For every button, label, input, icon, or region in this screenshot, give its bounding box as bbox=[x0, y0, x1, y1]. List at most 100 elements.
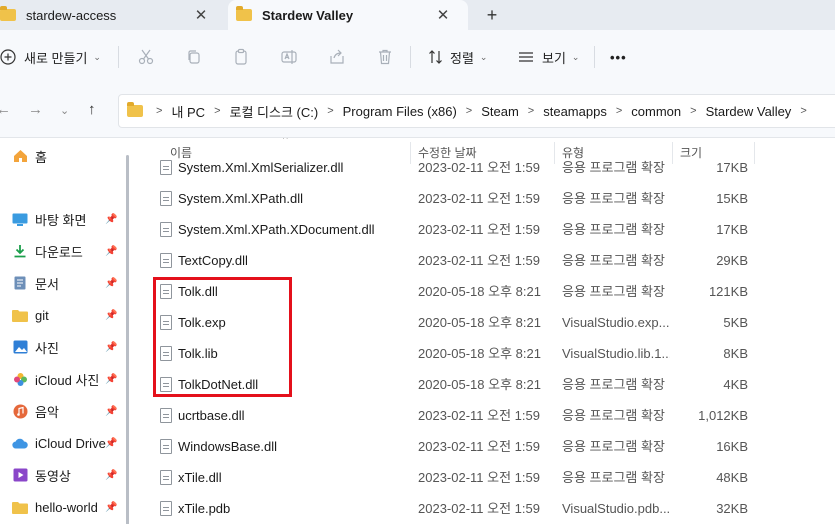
breadcrumb-stardew-valley[interactable]: Stardew Valley bbox=[706, 104, 792, 119]
pin-icon[interactable]: 📌 bbox=[105, 310, 117, 321]
sidebar-item-label: 문서 bbox=[35, 276, 59, 292]
download-icon bbox=[12, 244, 28, 258]
file-size: 32KB bbox=[716, 501, 748, 516]
chevron-down-icon: ⌄ bbox=[93, 51, 101, 62]
address-bar[interactable]: > 내 PC > 로컬 디스크 (C:) > Program Files (x8… bbox=[118, 94, 835, 128]
file-size: 121KB bbox=[708, 284, 748, 299]
close-icon[interactable]: ✕ bbox=[430, 6, 456, 24]
view-button[interactable]: 보기 ⌄ bbox=[518, 43, 579, 71]
sidebar-item-desktop[interactable]: 바탕 화면 📌 bbox=[12, 206, 120, 232]
file-row[interactable]: xTile.pdb 2023-02-11 오전 1:59 VisualStudi… bbox=[130, 493, 835, 524]
sidebar-item-label: hello-world bbox=[35, 499, 98, 515]
new-button[interactable]: 새로 만들기 ⌄ bbox=[0, 43, 101, 71]
paste-icon[interactable] bbox=[229, 45, 253, 69]
sidebar-item-label: iCloud Drive bbox=[35, 435, 106, 451]
cut-icon[interactable] bbox=[134, 45, 158, 69]
sidebar-item-downloads[interactable]: 다운로드 📌 bbox=[12, 238, 120, 264]
breadcrumb-chevron-icon[interactable]: > bbox=[616, 105, 622, 117]
file-row[interactable]: xTile.dll 2023-02-11 오전 1:59 응용 프로그램 확장 … bbox=[130, 462, 835, 493]
pin-icon[interactable]: 📌 bbox=[105, 342, 117, 353]
file-type: 응용 프로그램 확장 bbox=[562, 222, 665, 237]
file-date: 2023-02-11 오전 1:59 bbox=[418, 253, 540, 268]
rename-icon[interactable] bbox=[277, 45, 301, 69]
forward-arrow-icon[interactable]: → bbox=[28, 101, 43, 118]
breadcrumb-local-disk[interactable]: 로컬 디스크 (C:) bbox=[230, 102, 319, 121]
pin-icon[interactable]: 📌 bbox=[105, 246, 117, 257]
file-type: 응용 프로그램 확장 bbox=[562, 253, 665, 268]
file-row[interactable]: WindowsBase.dll 2023-02-11 오전 1:59 응용 프로… bbox=[130, 431, 835, 462]
up-arrow-icon[interactable]: ↑ bbox=[88, 101, 96, 118]
breadcrumb-chevron-icon[interactable]: > bbox=[327, 105, 333, 117]
file-icon bbox=[160, 222, 172, 237]
pin-icon[interactable]: 📌 bbox=[105, 374, 117, 385]
file-icon bbox=[160, 253, 172, 268]
pictures-icon bbox=[12, 340, 28, 354]
sidebar-item-hello-world[interactable]: hello-world 📌 bbox=[12, 494, 120, 520]
sidebar-item-label: 음악 bbox=[35, 404, 59, 420]
file-row[interactable]: System.Xml.XmlSerializer.dll 2023-02-11 … bbox=[130, 152, 835, 183]
file-date: 2023-02-11 오전 1:59 bbox=[418, 470, 540, 485]
folder-icon bbox=[12, 500, 28, 514]
file-row[interactable]: System.Xml.XPath.XDocument.dll 2023-02-1… bbox=[130, 214, 835, 245]
divider bbox=[410, 46, 411, 68]
file-row[interactable]: System.Xml.XPath.dll 2023-02-11 오전 1:59 … bbox=[130, 183, 835, 214]
sidebar-item-videos[interactable]: 동영상 📌 bbox=[12, 462, 120, 488]
file-date: 2023-02-11 오전 1:59 bbox=[418, 191, 540, 206]
breadcrumb-chevron-icon[interactable]: > bbox=[690, 105, 696, 117]
sidebar-scrollbar[interactable] bbox=[126, 155, 129, 524]
delete-icon[interactable] bbox=[373, 45, 397, 69]
file-name: System.Xml.XmlSerializer.dll bbox=[178, 160, 344, 175]
sidebar-item-documents[interactable]: 문서 📌 bbox=[12, 270, 120, 296]
file-row[interactable]: ucrtbase.dll 2023-02-11 오전 1:59 응용 프로그램 … bbox=[130, 400, 835, 431]
breadcrumb-chevron-icon[interactable]: > bbox=[800, 105, 806, 117]
breadcrumb-steamapps[interactable]: steamapps bbox=[543, 104, 607, 119]
document-icon bbox=[12, 276, 28, 290]
breadcrumb-steam[interactable]: Steam bbox=[481, 104, 519, 119]
sidebar-item-icloud-drive[interactable]: iCloud Drive 📌 bbox=[12, 430, 120, 456]
pin-icon[interactable]: 📌 bbox=[105, 502, 117, 513]
file-type: 응용 프로그램 확장 bbox=[562, 439, 665, 454]
sidebar-item-icloud-photos[interactable]: iCloud 사진 📌 bbox=[12, 366, 120, 392]
view-icon bbox=[519, 52, 533, 62]
file-type: VisualStudio.pdb.... bbox=[562, 501, 670, 516]
file-date: 2023-02-11 오전 1:59 bbox=[418, 408, 540, 423]
file-type: 응용 프로그램 확장 bbox=[562, 284, 665, 299]
pin-icon[interactable]: 📌 bbox=[105, 406, 117, 417]
breadcrumb-chevron-icon[interactable]: > bbox=[528, 105, 534, 117]
sidebar-item-home[interactable]: 홈 bbox=[12, 143, 120, 169]
breadcrumb-chevron-icon[interactable]: > bbox=[466, 105, 472, 117]
more-options-button[interactable]: ••• bbox=[610, 43, 627, 71]
breadcrumb-common[interactable]: common bbox=[631, 104, 681, 119]
breadcrumb-my-pc[interactable]: 내 PC bbox=[171, 102, 205, 121]
breadcrumb-program-files[interactable]: Program Files (x86) bbox=[343, 104, 457, 119]
back-arrow-icon[interactable]: ← bbox=[0, 101, 11, 118]
tab-stardew-access[interactable]: stardew-access ✕ bbox=[0, 0, 228, 30]
sidebar-item-pictures[interactable]: 사진 📌 bbox=[12, 334, 120, 360]
sort-icon bbox=[429, 50, 442, 64]
pin-icon[interactable]: 📌 bbox=[105, 470, 117, 481]
breadcrumb-chevron-icon[interactable]: > bbox=[214, 105, 220, 117]
file-row[interactable]: TextCopy.dll 2023-02-11 오전 1:59 응용 프로그램 … bbox=[130, 245, 835, 276]
new-tab-button[interactable]: + bbox=[480, 3, 504, 27]
close-icon[interactable]: ✕ bbox=[188, 6, 214, 24]
sidebar-item-git[interactable]: git 📌 bbox=[12, 302, 120, 328]
file-icon bbox=[160, 408, 172, 423]
navigation-bar: ← → ⌄ ↑ > 내 PC > 로컬 디스크 (C:) > Program F… bbox=[0, 84, 835, 138]
share-icon[interactable] bbox=[325, 45, 349, 69]
pin-icon[interactable]: 📌 bbox=[105, 438, 117, 449]
sidebar-item-music[interactable]: 음악 📌 bbox=[12, 398, 120, 424]
file-type: 응용 프로그램 확장 bbox=[562, 408, 665, 423]
pin-icon[interactable]: 📌 bbox=[105, 278, 117, 289]
file-icon bbox=[160, 470, 172, 485]
file-size: 29KB bbox=[716, 253, 748, 268]
pin-icon[interactable]: 📌 bbox=[105, 214, 117, 225]
recent-locations-chevron-icon[interactable]: ⌄ bbox=[60, 104, 69, 117]
tab-stardew-valley[interactable]: Stardew Valley ✕ bbox=[228, 0, 468, 30]
sidebar-item-label: 다운로드 bbox=[35, 244, 83, 260]
sidebar-item-label: 바탕 화면 bbox=[35, 212, 87, 228]
file-type: VisualStudio.exp.... bbox=[562, 315, 670, 330]
file-name: System.Xml.XPath.XDocument.dll bbox=[178, 222, 375, 237]
sort-button[interactable]: 정렬 ⌄ bbox=[428, 43, 487, 71]
breadcrumb-chevron-icon[interactable]: > bbox=[156, 105, 162, 117]
copy-icon[interactable] bbox=[182, 45, 206, 69]
